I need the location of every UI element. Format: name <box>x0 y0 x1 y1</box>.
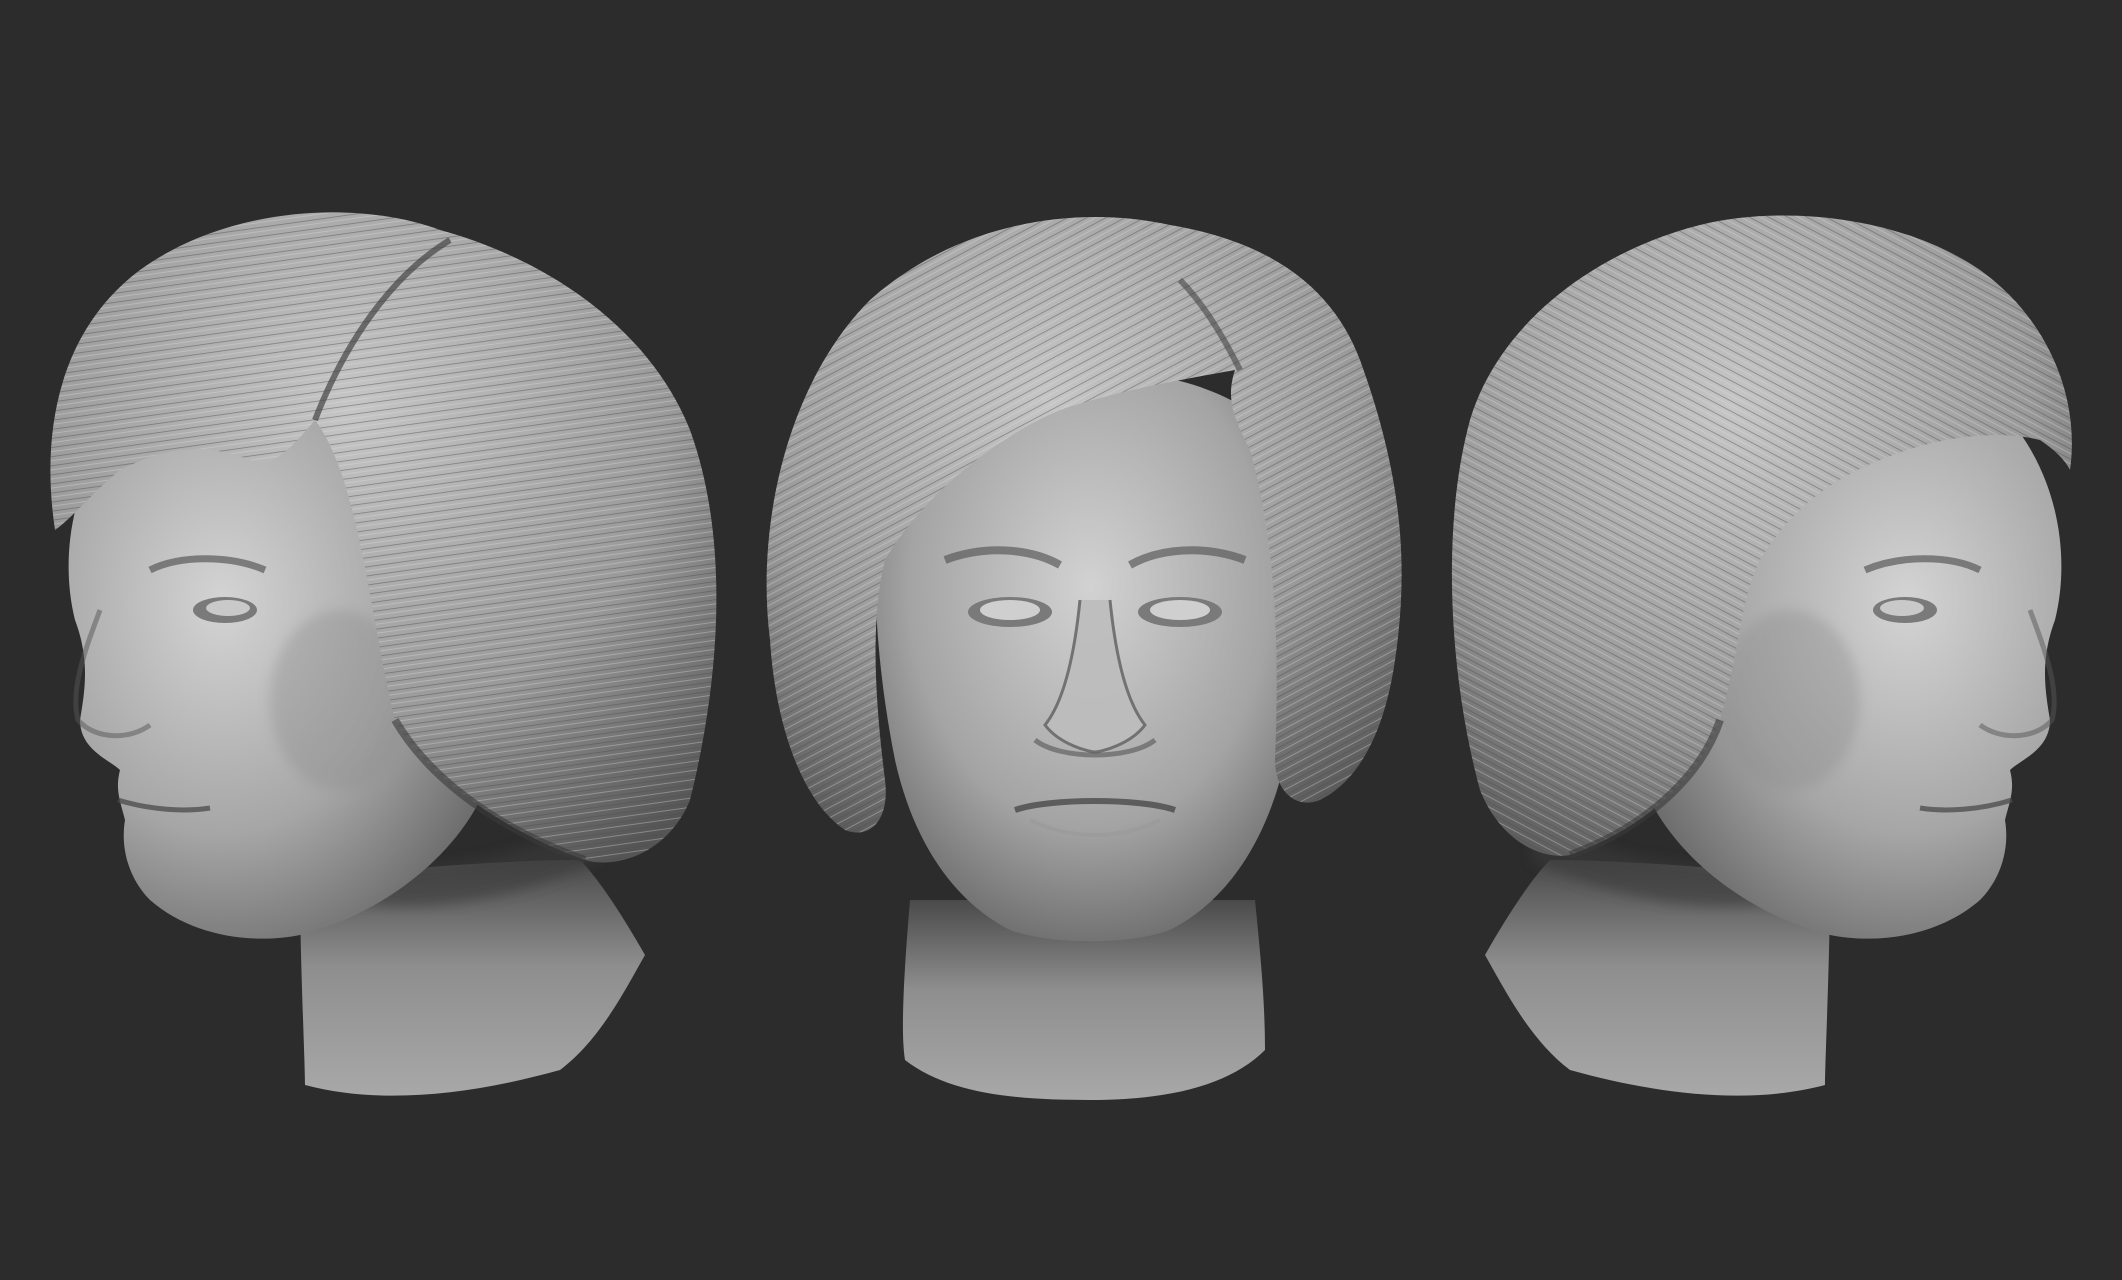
head-left-view <box>50 212 717 1096</box>
sculpt-viewport <box>0 0 2122 1280</box>
sculpt-render <box>50 212 2072 1100</box>
head-right-view <box>1451 215 2072 1096</box>
head-front-view <box>766 217 1402 1100</box>
